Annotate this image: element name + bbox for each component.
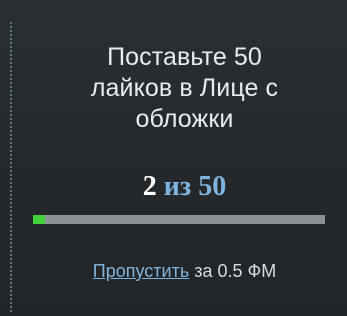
progress-separator: из (163, 171, 192, 202)
skip-link[interactable]: Пропустить (93, 261, 189, 281)
progress-bar-fill (33, 215, 45, 224)
task-panel: Поставьте 50 лайков в Лице с обложки 2 и… (0, 0, 347, 316)
progress-counter: 2 из 50 (22, 170, 347, 204)
progress-total: 50 (198, 171, 227, 202)
task-title: Поставьте 50 лайков в Лице с обложки (22, 42, 347, 135)
skip-row: Пропустить за 0.5 ФМ (22, 259, 347, 283)
dotted-divider (10, 22, 12, 312)
task-title-line-3: обложки (135, 105, 234, 133)
progress-bar (33, 215, 325, 224)
skip-cost: за 0.5 ФМ (194, 261, 277, 281)
task-title-line-2: лайков в Лице с (90, 74, 279, 102)
progress-current: 2 (142, 171, 157, 202)
task-title-line-1: Поставьте 50 (107, 43, 262, 71)
